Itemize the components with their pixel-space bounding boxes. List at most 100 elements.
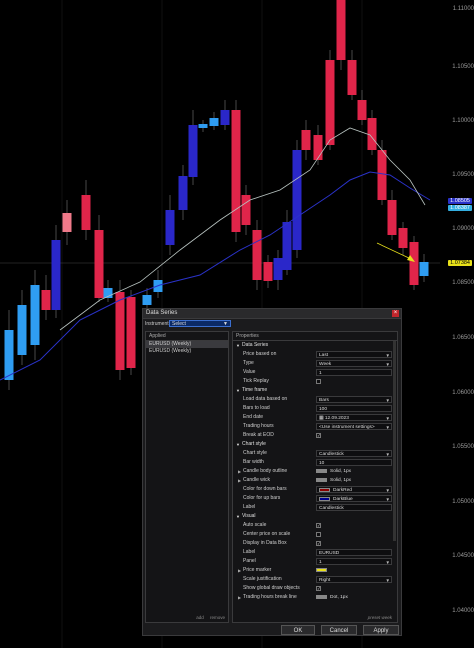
price-axis-label: 1.10000	[452, 118, 474, 124]
candle-wick-stroke[interactable]: Solid, 1px	[316, 477, 351, 484]
trading-hours-break-stroke[interactable]: Dot, 1px	[316, 594, 348, 601]
applied-header: Applied	[146, 332, 228, 341]
prop-auto-scale: Auto scale ✓	[243, 522, 321, 528]
prop-load-data: Load data based on Bars ▼	[243, 396, 392, 403]
prop-label: Label Candlestick	[233, 503, 397, 512]
prop-bars-to-load: Bars to load 100	[233, 404, 397, 413]
instrument-row: Instrument Select ▼	[145, 320, 231, 327]
candle-body	[165, 210, 175, 245]
expand-icon[interactable]: ▶	[238, 566, 241, 575]
prop-panel: Panel 1 ▼	[243, 558, 392, 565]
remove-link[interactable]: remove	[210, 615, 225, 620]
type-select[interactable]: Week ▼	[316, 360, 392, 367]
candle-body-stroke[interactable]: Solid, 1px	[316, 468, 351, 475]
preset-link[interactable]: preset week	[368, 615, 392, 620]
candle-body	[419, 262, 429, 276]
up-color-select[interactable]: DarkBlue ▼	[316, 495, 392, 502]
data-series-dialog: Data Series × Instrument Select ▼ Applie…	[142, 308, 402, 636]
candle-body	[198, 124, 208, 128]
applied-item[interactable]: EURUSD (Weekly)	[146, 341, 228, 348]
prop-candle-wick: ▶ Candle wick Solid, 1px	[238, 476, 352, 485]
color-swatch	[319, 487, 330, 492]
section-chart-style[interactable]: ▼ Chart style	[233, 440, 397, 449]
candle-body	[30, 285, 40, 345]
prop-chart-style: Chart style Candlestick ▼	[243, 450, 392, 457]
add-link[interactable]: add	[196, 615, 204, 620]
price-axis-label: 1.10500	[452, 64, 474, 70]
prop-show-global: Show global draw objects ✓	[243, 585, 321, 591]
chevron-down-icon: ▼	[385, 488, 390, 493]
instrument-label: Instrument	[145, 321, 169, 327]
applied-item[interactable]: EURUSD (Weekly)	[146, 348, 228, 355]
break-eod-checkbox[interactable]: ✓	[316, 433, 321, 438]
bar-width-input[interactable]: 10	[316, 459, 392, 466]
candle-body	[377, 150, 387, 200]
candle-body	[17, 305, 27, 355]
scale-justification-select[interactable]: Right ▼	[316, 576, 392, 583]
dialog-title: Data Series	[146, 310, 178, 316]
show-global-checkbox[interactable]: ✓	[316, 586, 321, 591]
auto-scale-checkbox[interactable]: ✓	[316, 523, 321, 528]
candle-body	[263, 262, 273, 281]
center-price-checkbox[interactable]	[316, 532, 321, 537]
apply-button[interactable]: Apply	[363, 625, 399, 635]
price-axis-label: 1.06500	[452, 335, 474, 341]
price-based-on-select[interactable]: Last ▼	[316, 351, 392, 358]
prop-tick-replay: Tick Replay	[233, 377, 397, 386]
candle-body	[336, 0, 346, 60]
down-color-select[interactable]: DarkRed ▼	[316, 486, 392, 493]
section-visual[interactable]: ▼ Visual	[233, 512, 397, 521]
ok-button[interactable]: OK	[281, 625, 315, 635]
panel-select[interactable]: 1 ▼	[316, 558, 392, 565]
expand-icon[interactable]: ▶	[238, 467, 241, 476]
instrument-select[interactable]: Select ▼	[169, 320, 231, 327]
candle-body	[282, 222, 292, 270]
cancel-button[interactable]: Cancel	[321, 625, 357, 635]
candle-body	[62, 213, 72, 232]
prop-type: Type Week ▼	[243, 360, 392, 367]
candle-body	[115, 292, 125, 370]
prop-scale-justification: Scale justification Right ▼	[243, 576, 392, 583]
candle-body	[142, 295, 152, 305]
section-time-frame[interactable]: ▼ Time frame	[233, 386, 397, 395]
price-axis-label: 1.06000	[452, 390, 474, 396]
value-input[interactable]: 1	[316, 369, 392, 376]
price-marker-color[interactable]	[316, 567, 330, 574]
dialog-titlebar[interactable]: Data Series ×	[143, 309, 401, 319]
price-axis-label: 1.09000	[452, 226, 474, 232]
candle-body	[94, 230, 104, 298]
tick-replay-checkbox[interactable]	[316, 379, 321, 384]
candle-body	[188, 125, 198, 177]
trading-hours-select[interactable]: <Use instrument settings> ▼	[316, 423, 392, 430]
expand-icon[interactable]: ▶	[238, 593, 241, 602]
close-icon[interactable]: ×	[392, 310, 399, 317]
candle-body	[252, 230, 262, 280]
price-tag-current: 1.07384	[448, 260, 472, 266]
label-input[interactable]: Candlestick	[316, 504, 392, 511]
prop-value: Value 1	[233, 368, 397, 377]
candle-body	[367, 118, 377, 150]
moving-average-fast	[59, 127, 426, 331]
prop-bar-width: Bar width 10	[233, 458, 397, 467]
expand-icon[interactable]: ▶	[238, 476, 241, 485]
candle-body	[273, 258, 283, 280]
chevron-down-icon: ▼	[385, 362, 390, 367]
candle-body	[301, 130, 311, 150]
section-data-series[interactable]: ▼ Data Series	[233, 341, 397, 350]
load-data-select[interactable]: Bars ▼	[316, 396, 392, 403]
collapse-icon: ▼	[236, 388, 240, 393]
prop-price-marker: ▶ Price marker	[233, 566, 397, 575]
collapse-icon: ▼	[236, 442, 240, 447]
chevron-down-icon: ▼	[385, 353, 390, 358]
display-databox-checkbox[interactable]: ✓	[316, 541, 321, 546]
price-tag-blue-2: 1.08387	[448, 205, 472, 211]
candle-body	[387, 200, 397, 235]
chevron-down-icon: ▼	[385, 578, 390, 583]
chart-style-select[interactable]: Candlestick ▼	[316, 450, 392, 457]
label2-input[interactable]: EURUSD	[316, 549, 392, 556]
prop-candle-body: ▶ Candle body outline Solid, 1px	[238, 467, 352, 476]
bars-to-load-input[interactable]: 100	[316, 405, 392, 412]
end-date-picker[interactable]: ▦ 12.09.2023 ▼	[316, 414, 392, 421]
color-swatch	[319, 496, 330, 501]
chevron-down-icon: ▼	[385, 560, 390, 565]
